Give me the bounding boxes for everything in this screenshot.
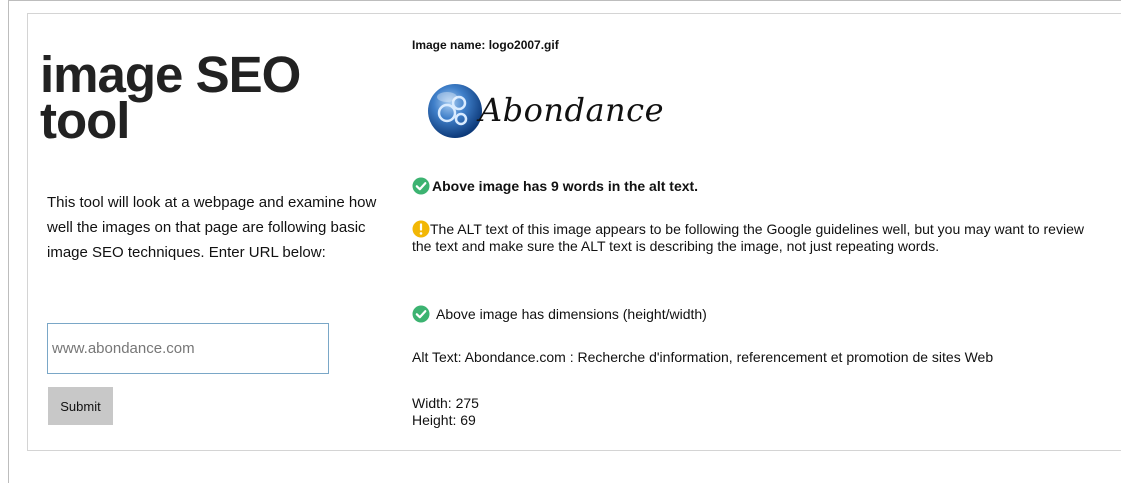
image-height: Height: 69 [412,412,476,428]
submit-button[interactable]: Submit [48,387,113,425]
image-name-label: Image name: logo2007.gif [412,38,559,52]
check-circle-icon [412,177,430,195]
alt-text-value: Alt Text: Abondance.com : Recherche d'in… [412,349,994,365]
dimensions-result: Above image has dimensions (height/width… [412,305,1102,323]
analyzed-image: Abondance [419,77,664,145]
logo-wordmark: Abondance [479,91,664,129]
alt-word-count-result: Above image has 9 words in the alt text. [412,177,1102,195]
alt-word-count-text: Above image has 9 words in the alt text. [432,178,699,194]
tool-description: This tool will look at a webpage and exa… [47,194,377,261]
page-title: image SEO tool [40,46,301,149]
url-input[interactable] [47,323,329,374]
dimensions-text: Above image has dimensions (height/width… [436,306,707,322]
alt-warning-text: The ALT text of this image appears to be… [412,221,1084,254]
check-circle-icon [412,305,430,323]
alt-warning-result: The ALT text of this image appears to be… [412,220,1102,255]
logo-globe-icon [428,84,482,138]
image-width: Width: 275 [412,395,479,411]
exclamation-circle-icon [412,220,430,238]
